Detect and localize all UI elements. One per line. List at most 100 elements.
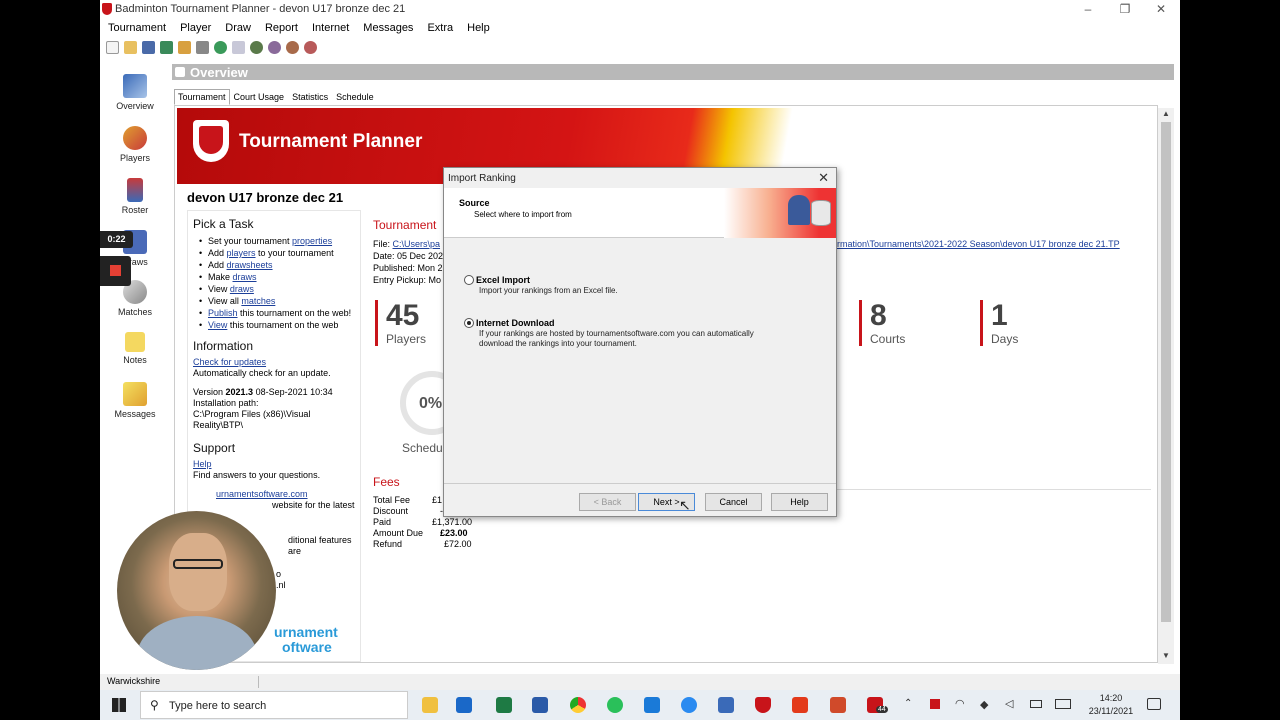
search-icon: ⚲ xyxy=(150,698,159,712)
menu-player[interactable]: Player xyxy=(172,20,217,34)
export-icon[interactable] xyxy=(178,41,191,54)
nav-overview[interactable]: Overview xyxy=(100,74,170,111)
windows-start-icon[interactable] xyxy=(112,698,126,712)
task-link[interactable]: players xyxy=(227,248,256,258)
save-all-icon[interactable] xyxy=(160,41,173,54)
vertical-scrollbar[interactable]: ▲ ▼ xyxy=(1158,108,1174,664)
visual-reality-icon[interactable] xyxy=(718,697,734,713)
tab-tournament[interactable]: Tournament xyxy=(174,89,230,105)
scroll-down-icon[interactable]: ▼ xyxy=(1162,651,1170,660)
tray-app-icon[interactable] xyxy=(930,699,940,709)
trello-icon[interactable] xyxy=(644,697,660,713)
scroll-up-icon[interactable]: ▲ xyxy=(1162,109,1170,118)
nav-matches-label: Matches xyxy=(117,307,152,317)
menu-tournament[interactable]: Tournament xyxy=(100,20,172,34)
file-path-tail-link[interactable]: rmation\Tournaments\2021-2022 Season\dev… xyxy=(837,239,1120,249)
menu-report[interactable]: Report xyxy=(257,20,304,34)
nav-messages[interactable]: Messages xyxy=(100,382,170,419)
tab-schedule[interactable]: Schedule xyxy=(332,89,378,105)
open-icon[interactable] xyxy=(124,41,137,54)
dialog-close-button[interactable]: ✕ xyxy=(818,170,829,186)
web-icon[interactable] xyxy=(214,41,227,54)
nav-notes[interactable]: Notes xyxy=(100,332,170,365)
wifi-icon[interactable]: ◠ xyxy=(955,697,965,710)
menu-help[interactable]: Help xyxy=(459,20,496,34)
clock-date: 23/11/2021 xyxy=(1088,706,1134,716)
restore-button[interactable]: ❐ xyxy=(1118,2,1132,16)
app-logo-icon xyxy=(102,3,112,15)
task-link[interactable]: draws xyxy=(233,272,257,282)
task-link[interactable]: properties xyxy=(292,236,332,246)
taskbar-search[interactable]: ⚲ Type here to search xyxy=(140,691,408,719)
clock-time: 14:20 xyxy=(1099,693,1123,703)
install-path: C:\Program Files (x86)\Visual Reality\BT… xyxy=(193,409,311,430)
stop-recording-button[interactable] xyxy=(100,256,131,286)
chrome-icon[interactable] xyxy=(570,697,586,713)
check-updates-link[interactable]: Check for updates xyxy=(193,357,360,368)
website-link[interactable]: urnamentsoftware.com xyxy=(216,489,360,500)
help-link[interactable]: Help xyxy=(193,459,360,470)
version-line: Version 2021.3 08-Sep-2021 10:34 xyxy=(193,387,360,398)
internet-download-desc-2: download the rankings into your tourname… xyxy=(479,339,637,348)
task-link[interactable]: View xyxy=(208,320,227,330)
dialog-title: Import Ranking xyxy=(448,173,516,184)
tray-chevron-icon[interactable]: ⌃ xyxy=(904,698,912,709)
minimize-button[interactable]: – xyxy=(1081,2,1095,16)
tournament-planner-taskbar-icon[interactable] xyxy=(755,697,771,713)
acrobat-icon[interactable] xyxy=(792,697,808,713)
print-icon[interactable] xyxy=(196,41,209,54)
new-icon[interactable] xyxy=(106,41,119,54)
file-explorer-icon[interactable] xyxy=(422,697,438,713)
task-link[interactable]: drawsheets xyxy=(227,260,273,270)
player-remove-icon[interactable] xyxy=(304,41,317,54)
battery-icon[interactable] xyxy=(1030,700,1042,708)
powerpoint-icon[interactable] xyxy=(830,697,846,713)
zoom-icon[interactable] xyxy=(681,697,697,713)
scrollbar-thumb[interactable] xyxy=(1161,122,1171,622)
excel-import-radio[interactable] xyxy=(464,275,474,285)
player-edit-icon[interactable] xyxy=(286,41,299,54)
nav-players[interactable]: Players xyxy=(100,126,170,163)
dropbox-icon[interactable]: ◆ xyxy=(980,698,988,711)
menu-internet[interactable]: Internet xyxy=(304,20,355,34)
whatsapp-icon[interactable] xyxy=(607,697,623,713)
excel-icon[interactable] xyxy=(496,697,512,713)
task-item: Publish this tournament on the web! xyxy=(199,307,360,319)
brand-line-1: urnament xyxy=(274,624,338,640)
back-button[interactable]: < Back xyxy=(579,493,636,511)
player-icon[interactable] xyxy=(268,41,281,54)
tab-statistics[interactable]: Statistics xyxy=(288,89,332,105)
internet-download-radio[interactable] xyxy=(464,318,474,328)
tab-court-usage[interactable]: Court Usage xyxy=(230,89,289,105)
file-path-link[interactable]: C:\Users\pa xyxy=(393,239,441,249)
save-icon[interactable] xyxy=(142,41,155,54)
help-button[interactable]: Help xyxy=(771,493,828,511)
overview-icon xyxy=(123,74,147,98)
notification-icon[interactable] xyxy=(1147,698,1161,710)
task-link[interactable]: draws xyxy=(230,284,254,294)
nav-roster[interactable]: Roster xyxy=(100,178,170,215)
task-text: Set your tournament xyxy=(208,236,293,246)
outlook-icon[interactable] xyxy=(456,697,472,713)
menu-messages[interactable]: Messages xyxy=(355,20,419,34)
excel-import-label[interactable]: Excel Import xyxy=(476,275,530,285)
menu-draw[interactable]: Draw xyxy=(217,20,257,34)
menu-extra[interactable]: Extra xyxy=(419,20,459,34)
internet-download-label[interactable]: Internet Download xyxy=(476,318,555,328)
volume-icon[interactable]: ◁ xyxy=(1005,697,1013,710)
stat-players-value: 45 xyxy=(386,299,420,332)
task-text: Make xyxy=(208,272,233,282)
word-icon[interactable] xyxy=(532,697,548,713)
task-link[interactable]: matches xyxy=(241,296,275,306)
cancel-button[interactable]: Cancel xyxy=(705,493,762,511)
close-button[interactable]: ✕ xyxy=(1154,2,1168,16)
keyboard-icon[interactable] xyxy=(1055,699,1071,709)
overview-header-icon xyxy=(175,67,185,77)
fee-label: Paid xyxy=(373,517,392,527)
nav-roster-label: Roster xyxy=(121,205,149,215)
task-link[interactable]: Publish xyxy=(208,308,238,318)
mail-icon[interactable] xyxy=(232,41,245,54)
taskbar-clock[interactable]: 14:20 23/11/2021 xyxy=(1084,692,1138,718)
player-add-icon[interactable] xyxy=(250,41,263,54)
windows-taskbar: ⚲ Type here to search 44 ⌃ ◠ ◆ ◁ 14:20 2… xyxy=(100,690,1180,720)
